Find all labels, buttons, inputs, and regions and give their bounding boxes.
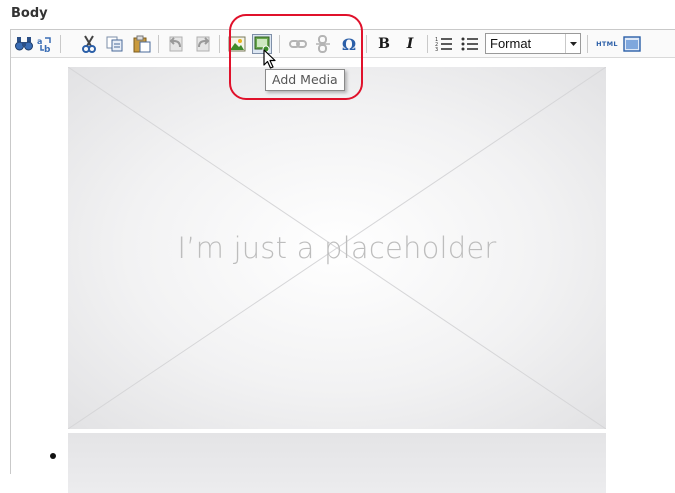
html-source-button[interactable]: HTML <box>594 34 620 54</box>
body-field-label: Body <box>11 6 48 21</box>
toolbar-separator <box>427 35 428 53</box>
format-dropdown[interactable]: Format <box>485 33 581 54</box>
toolbar-separator <box>60 35 61 53</box>
toolbar-separator <box>587 35 588 53</box>
bulleted-list-icon <box>461 35 479 53</box>
bulleted-list-button[interactable] <box>460 34 480 54</box>
paste-button[interactable] <box>132 34 152 54</box>
placeholder-text: I’m just a placeholder <box>177 231 497 265</box>
cut-button[interactable] <box>79 34 99 54</box>
html-icon: HTML <box>596 40 618 48</box>
italic-button[interactable]: I <box>400 34 420 54</box>
binoculars-icon <box>15 36 33 52</box>
scissors-icon <box>81 35 97 53</box>
redo-icon <box>194 35 212 53</box>
fullscreen-icon <box>623 36 641 52</box>
clipboard-icon <box>133 35 151 53</box>
undo-button[interactable] <box>166 34 186 54</box>
copy-button[interactable] <box>105 34 125 54</box>
find-replace-icon: a b <box>36 35 54 53</box>
placeholder-image-second[interactable] <box>68 433 606 493</box>
list-bullet <box>50 453 56 459</box>
redo-button[interactable] <box>193 34 213 54</box>
format-dropdown-value: Format <box>490 36 532 51</box>
bold-button[interactable]: B <box>374 34 394 54</box>
fullscreen-button[interactable] <box>622 34 642 54</box>
svg-text:b: b <box>44 45 51 53</box>
placeholder-image[interactable]: I’m just a placeholder <box>68 67 606 429</box>
mouse-pointer-icon <box>263 49 277 75</box>
numbered-list-icon: 1 2 3 <box>435 35 453 53</box>
caret-down-icon[interactable] <box>565 34 580 53</box>
svg-text:3: 3 <box>435 47 438 53</box>
svg-text:a: a <box>37 37 42 46</box>
copy-icon <box>106 36 124 52</box>
editor-content-area[interactable]: I’m just a placeholder <box>11 58 675 493</box>
bold-icon: B <box>378 36 390 52</box>
italic-icon: I <box>406 36 414 52</box>
replace-button[interactable]: a b <box>35 34 55 54</box>
undo-icon <box>167 35 185 53</box>
toolbar-separator <box>219 35 220 53</box>
toolbar-separator <box>158 35 159 53</box>
find-button[interactable] <box>14 34 34 54</box>
toolbar-separator <box>366 35 367 53</box>
numbered-list-button[interactable]: 1 2 3 <box>434 34 454 54</box>
